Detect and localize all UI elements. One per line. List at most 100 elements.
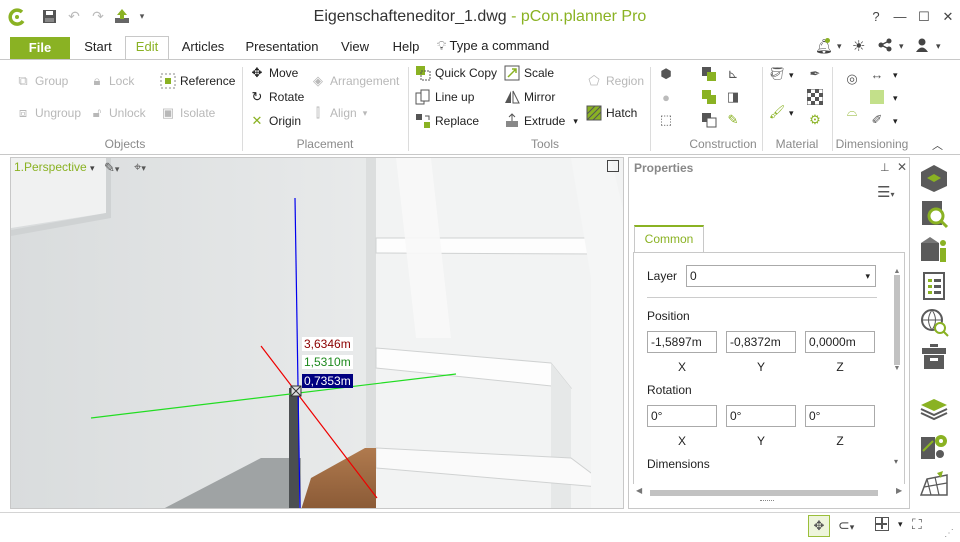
pin-icon[interactable]: ⊥ xyxy=(880,161,890,174)
h-scroll-thumb[interactable] xyxy=(650,490,878,496)
notifications-dropdown-icon[interactable]: ▾ xyxy=(837,41,842,52)
region-button[interactable]: ⬠ Region xyxy=(586,71,644,91)
storage-box-icon[interactable] xyxy=(916,340,952,376)
layout-dropdown-icon[interactable]: ▾ xyxy=(898,519,903,530)
fullscreen-icon[interactable]: ⛶ xyxy=(912,516,922,533)
account-dropdown-icon[interactable]: ▾ xyxy=(936,41,941,52)
reference-button[interactable]: Reference xyxy=(160,71,235,91)
flip-icon[interactable]: ◨ xyxy=(724,88,742,106)
dimension-fill-dropdown-icon[interactable]: ▾ xyxy=(893,93,898,104)
measure-angle-icon[interactable]: ⌓ xyxy=(843,103,861,121)
hatch-button[interactable]: Hatch xyxy=(586,103,637,123)
search-catalog-icon[interactable] xyxy=(916,196,952,232)
eyedropper-icon[interactable]: ✒ xyxy=(806,65,824,83)
viewport-maximize-icon[interactable] xyxy=(607,160,619,172)
unlock-button[interactable]: 🔓︎ Unlock xyxy=(89,103,146,123)
web-search-icon[interactable] xyxy=(916,304,952,340)
command-search[interactable]: 💡︎ Type a command xyxy=(437,38,549,54)
dimension-style-icon[interactable]: ✐ xyxy=(868,111,886,129)
measure-radius-icon[interactable]: ◎ xyxy=(843,70,861,88)
help-button[interactable]: ? xyxy=(865,6,887,28)
dimension-line-icon[interactable]: ↔ xyxy=(868,65,886,83)
scale-button[interactable]: Scale xyxy=(504,63,554,83)
article-list-icon[interactable] xyxy=(916,268,952,304)
minimize-button[interactable]: — xyxy=(889,6,911,28)
scroll-left-icon[interactable]: ◀ xyxy=(636,486,642,495)
cube-icon[interactable]: ⬢ xyxy=(657,65,675,83)
brightness-icon[interactable]: ☀ xyxy=(852,37,865,55)
menu-articles[interactable]: Articles xyxy=(176,37,230,59)
brush-dropdown-icon[interactable]: ▾ xyxy=(789,108,794,119)
layer-select[interactable]: 0 ▾ xyxy=(686,265,876,287)
tab-common[interactable]: Common xyxy=(634,225,704,253)
scroll-right-icon[interactable]: ▶ xyxy=(896,486,902,495)
horizontal-scrollbar[interactable]: ◀ ▶ xyxy=(636,486,906,498)
isolate-button[interactable]: ▣ Isolate xyxy=(160,103,216,123)
catalog-icon[interactable] xyxy=(916,160,952,196)
dimensions-collapse-icon[interactable]: ▾ xyxy=(894,457,898,466)
vertical-scrollbar[interactable]: ▲ ▼ xyxy=(893,268,901,378)
replace-button[interactable]: Replace xyxy=(415,111,479,131)
pen-icon[interactable]: ✎ xyxy=(724,111,742,129)
snap-move-icon[interactable]: ✥ xyxy=(808,515,830,537)
menu-presentation[interactable]: Presentation xyxy=(243,37,321,59)
menu-help[interactable]: Help xyxy=(389,37,423,59)
scroll-up-icon[interactable]: ▲ xyxy=(893,268,901,275)
user-account-icon[interactable] xyxy=(915,38,929,52)
layers-icon[interactable] xyxy=(916,390,952,426)
article-info-icon[interactable] xyxy=(916,232,952,268)
copy-shape-icon[interactable] xyxy=(700,65,718,83)
maximize-button[interactable]: ☐ xyxy=(913,6,935,28)
rotate-button[interactable]: ↻ Rotate xyxy=(249,87,305,107)
line-up-button[interactable]: Line up xyxy=(415,87,474,107)
menu-file[interactable]: File xyxy=(10,37,70,59)
panel-menu-icon[interactable]: ☰▾ xyxy=(877,183,894,201)
paint-dropdown-icon[interactable]: ▾ xyxy=(789,70,794,81)
menu-start[interactable]: Start xyxy=(78,37,118,59)
coord-z-value[interactable]: 0,7353m xyxy=(302,374,353,388)
collapse-ribbon-icon[interactable]: ︿ xyxy=(932,137,943,153)
subtract-shape-icon[interactable] xyxy=(700,111,718,129)
paint-bucket-icon[interactable]: 🪣︎ xyxy=(768,65,786,83)
checker-texture-icon[interactable] xyxy=(806,88,824,106)
dimension-fill-icon[interactable] xyxy=(868,88,886,106)
viewport-pen-icon[interactable]: ✎▾ xyxy=(104,160,119,176)
close-button[interactable]: ✕ xyxy=(937,6,959,28)
origin-button[interactable]: ✕ Origin xyxy=(249,111,301,131)
dimension-line-dropdown-icon[interactable]: ▾ xyxy=(893,70,898,81)
position-z-input[interactable]: 0,0000m xyxy=(805,331,875,353)
rotation-x-input[interactable]: 0° xyxy=(647,405,717,427)
material-settings-panel-icon[interactable] xyxy=(916,428,952,464)
menu-edit[interactable]: Edit xyxy=(125,36,169,60)
arrangement-button[interactable]: ◈ Arrangement xyxy=(310,71,399,91)
merge-shape-icon[interactable] xyxy=(700,88,718,106)
rotation-z-input[interactable]: 0° xyxy=(805,405,875,427)
ungroup-button[interactable]: ⧈ Ungroup xyxy=(15,103,81,123)
share-dropdown-icon[interactable]: ▾ xyxy=(899,41,904,52)
scroll-down-icon[interactable]: ▼ xyxy=(893,365,901,372)
lock-button[interactable]: 🔒︎ Lock xyxy=(89,71,135,91)
sphere-icon[interactable]: ● xyxy=(657,88,675,106)
menu-view[interactable]: View xyxy=(336,37,374,59)
position-y-input[interactable]: -0,8372m xyxy=(726,331,796,353)
viewport-target-icon[interactable]: ⌖▾ xyxy=(134,159,146,175)
move-button[interactable]: ✥ Move xyxy=(249,63,299,83)
selection-icon[interactable]: ⬚ xyxy=(657,111,675,129)
scroll-thumb[interactable] xyxy=(894,275,900,365)
layout-grid-icon[interactable] xyxy=(875,517,889,531)
mirror-button[interactable]: Mirror xyxy=(504,87,555,107)
position-x-input[interactable]: -1,5897m xyxy=(647,331,717,353)
group-button[interactable]: ⧉ Group xyxy=(15,71,68,91)
viewport-name[interactable]: 1.Perspective ▾ xyxy=(14,160,95,174)
align-button[interactable]: ⫿ Align ▾ xyxy=(310,103,367,123)
size-grip-icon[interactable]: ⋰ xyxy=(944,528,954,539)
share-icon[interactable] xyxy=(878,38,892,52)
quick-copy-button[interactable]: Quick Copy xyxy=(415,63,497,83)
3d-viewport[interactable] xyxy=(10,157,624,509)
brush-icon[interactable]: 🖌︎ xyxy=(768,103,786,121)
dimension-style-dropdown-icon[interactable]: ▾ xyxy=(893,116,898,127)
axis-icon[interactable]: ⊾ xyxy=(724,65,742,83)
magnet-snap-icon[interactable]: ⊂▾ xyxy=(838,517,854,534)
material-settings-icon[interactable]: ⚙ xyxy=(806,111,824,129)
resize-grip[interactable] xyxy=(760,500,774,503)
